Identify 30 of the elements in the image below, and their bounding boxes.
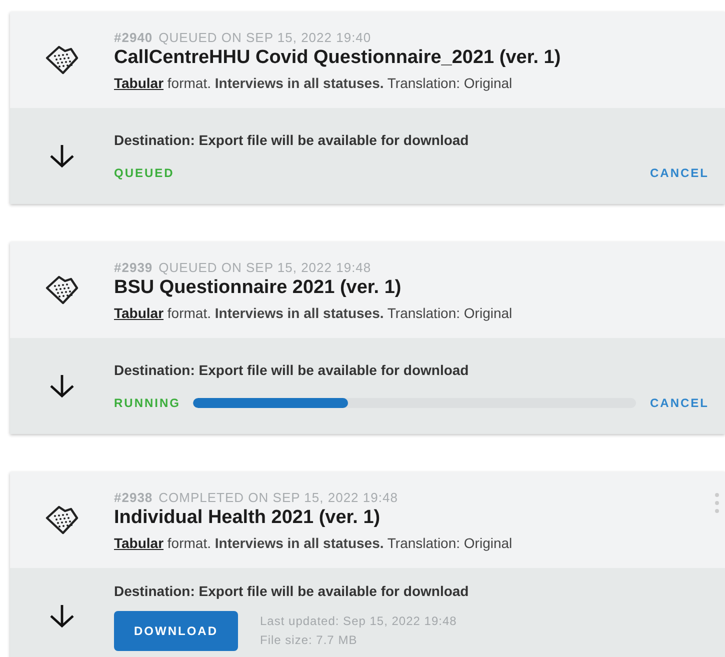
last-updated-text: Last updated: Sep 15, 2022 19:48 <box>260 613 457 630</box>
export-number: #2938 <box>114 490 153 506</box>
export-number: #2940 <box>114 30 153 46</box>
tag-icon <box>45 45 79 75</box>
destination-text: Destination: Export file will be available for download <box>114 582 470 601</box>
status-label: QUEUED <box>114 165 174 182</box>
export-description: format. Interviews in all statuses. Translation: Original <box>166 74 512 93</box>
export-title: Individual Health 2021 (ver. 1) <box>114 506 382 530</box>
export-description: format. Interviews in all statuses. Translation: Original <box>166 534 512 553</box>
more-menu-icon[interactable] <box>715 492 719 514</box>
export-number: #2939 <box>114 260 153 276</box>
export-title: BSU Questionnaire 2021 (ver. 1) <box>114 276 402 300</box>
export-status-line: QUEUED ON SEP 15, 2022 19:48 <box>158 260 372 276</box>
tag-icon <box>45 505 79 535</box>
format-link[interactable]: Tabular <box>114 303 164 324</box>
format-link[interactable]: Tabular <box>114 73 164 94</box>
destination-text: Destination: Export file will be available for download <box>114 361 470 380</box>
tag-icon <box>45 275 79 305</box>
download-arrow-icon <box>49 144 75 168</box>
status-label: RUNNING <box>114 395 180 412</box>
file-size-text: File size: 7.7 MB <box>260 632 358 649</box>
export-status-line: QUEUED ON SEP 15, 2022 19:40 <box>158 30 372 46</box>
destination-text: Destination: Export file will be available for download <box>114 131 470 150</box>
download-arrow-icon <box>49 604 75 628</box>
download-arrow-icon <box>49 374 75 398</box>
export-description: format. Interviews in all statuses. Translation: Original <box>166 304 512 323</box>
export-title: CallCentreHHU Covid Questionnaire_2021 (ver. 1) <box>114 46 561 70</box>
export-status-line: COMPLETED ON SEP 15, 2022 19:48 <box>158 490 398 506</box>
format-link[interactable]: Tabular <box>114 533 164 554</box>
download-button[interactable]: DOWNLOAD <box>114 611 238 651</box>
